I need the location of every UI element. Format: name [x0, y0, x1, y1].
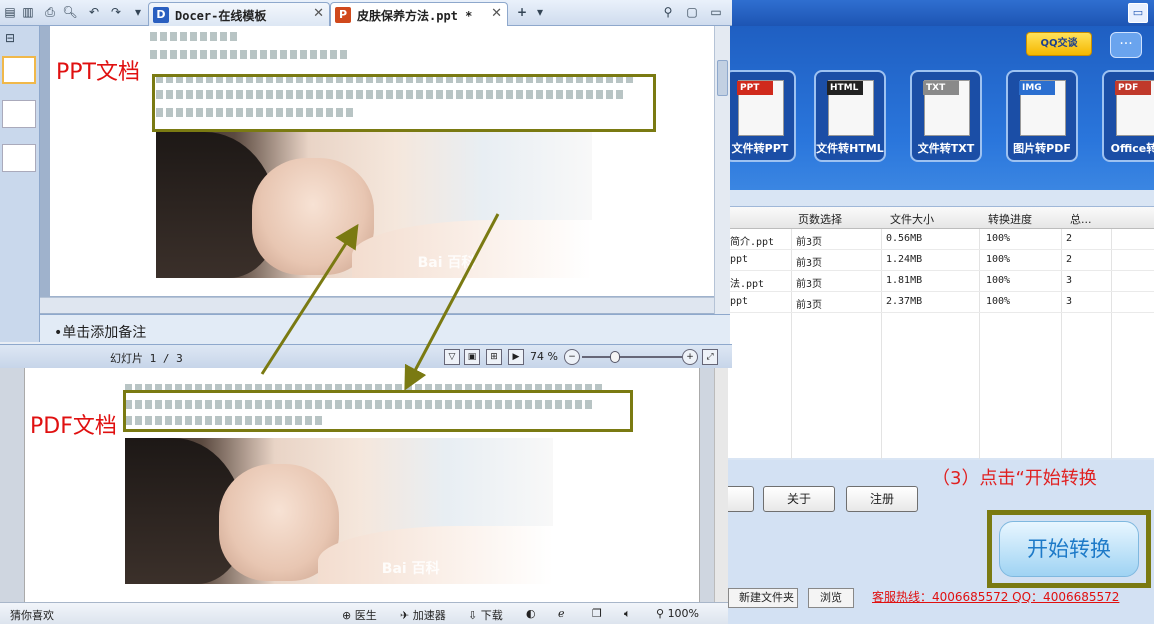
docer-icon: D: [153, 7, 169, 23]
converter-titlebar: ▭: [728, 0, 1154, 26]
tool-to-ppt-button[interactable]: PPT 文件转PPT: [728, 70, 796, 162]
print-preview-icon[interactable]: 🔍︎: [62, 4, 78, 20]
txt-file-icon: TXT: [923, 80, 970, 136]
maximize-icon[interactable]: ▭: [1128, 3, 1148, 23]
slide-thumbnail[interactable]: [2, 56, 36, 84]
notes-pane[interactable]: •单击添加备注: [40, 314, 730, 344]
slide-canvas[interactable]: Bai 百科: [50, 26, 714, 296]
hotline-link[interactable]: 客服热线：4006685572 QQ：4006685572: [872, 588, 1119, 605]
ppt-text-highlight: [152, 74, 656, 132]
tool-office-to-pdf-button[interactable]: PDF Office转P: [1102, 70, 1154, 162]
sorter-view-icon[interactable]: ⊞: [486, 349, 502, 365]
doctor-button[interactable]: ⊕ 医生: [342, 607, 377, 623]
step-hint: （3）点击“开始转换: [932, 468, 1097, 489]
start-highlight-box: 开始转换: [987, 510, 1151, 588]
document-tab-bar: ▤ ▥ ⎙ 🔍︎ ↶ ↷ ▾ D Docer-在线模板 ✕ P 皮肤保养方法.p…: [0, 0, 732, 26]
html-file-icon: HTML: [827, 80, 874, 136]
tool-to-html-button[interactable]: HTML 文件转HTML: [814, 70, 886, 162]
fit-window-icon[interactable]: ⤢: [702, 349, 718, 365]
table-row[interactable]: 简介.ppt 前3页 0.56MB 100% 2: [728, 229, 1154, 250]
panel-toggle-icon[interactable]: ⊟: [2, 30, 18, 46]
zoom-control[interactable]: ⚲ 100%: [656, 607, 699, 620]
slideshow-icon[interactable]: ▶: [508, 349, 524, 365]
slide-thumbnail-pane: ⊟: [0, 26, 40, 342]
img-file-icon: IMG: [1019, 80, 1066, 136]
converter-controls: 关于 注册 （3）点击“开始转换 开始转换 新建文件夹 浏览 客服热线：4006…: [728, 460, 1154, 624]
tab-ppt-document[interactable]: P 皮肤保养方法.ppt * ✕: [330, 2, 508, 26]
tab-docer[interactable]: D Docer-在线模板 ✕: [148, 2, 330, 26]
converter-window: ▭ QQ交谈 ··· PPT 文件转PPT HTML 文件转HTML TXT 文…: [728, 0, 1154, 624]
normal-view-icon[interactable]: ▣: [464, 349, 480, 365]
slide-counter: 幻灯片 1 / 3: [110, 352, 183, 365]
pin-icon[interactable]: ⚲: [660, 4, 676, 20]
close-icon[interactable]: ✕: [491, 6, 502, 21]
redo-icon[interactable]: ↷: [108, 4, 124, 20]
layout-icon[interactable]: ▭: [708, 4, 724, 20]
vertical-scrollbar[interactable]: [714, 26, 730, 316]
pdf-photo: Bai 百科: [125, 438, 553, 584]
chevron-down-icon[interactable]: ▾: [130, 4, 146, 20]
table-row[interactable]: 法.ppt 前3页 1.81MB 100% 3: [728, 271, 1154, 292]
pdf-page[interactable]: Bai 百科: [24, 368, 700, 602]
outline-view-icon[interactable]: ▽: [444, 349, 460, 365]
pdf-viewer: Bai 百科: [0, 368, 728, 602]
file-list-table: 页数选择 文件大小 转换进度 总... 简介.ppt 前3页 0.56MB 10…: [728, 206, 1154, 459]
about-button[interactable]: 关于: [763, 486, 835, 512]
pdf-export-icon[interactable]: ▥: [20, 4, 36, 20]
tool-to-txt-button[interactable]: TXT 文件转TXT: [910, 70, 982, 162]
ppt-file-icon: PPT: [737, 80, 784, 136]
tool-img-to-pdf-button[interactable]: IMG 图片转PDF: [1006, 70, 1078, 162]
slide-editor: Bai 百科: [40, 26, 730, 316]
table-row[interactable]: ppt 前3页 1.24MB 100% 2: [728, 250, 1154, 271]
new-tab-icon[interactable]: +: [514, 4, 530, 20]
slide-thumbnail[interactable]: [2, 100, 36, 128]
table-row[interactable]: ppt 前3页 2.37MB 100% 3: [728, 292, 1154, 313]
horizontal-scrollbar[interactable]: [40, 297, 714, 313]
pdf-file-icon: PDF: [1115, 80, 1154, 136]
browser-status-bar: 猜你喜欢 ⊕ 医生 ✈ 加速器 ⇩ 下载 ◐ ℯ ❐ 🔈︎ ⚲ 100%: [0, 602, 728, 624]
zoom-out-icon[interactable]: −: [564, 349, 580, 365]
ie-icon[interactable]: ℯ: [558, 607, 565, 620]
new-folder-button[interactable]: 新建文件夹: [728, 588, 798, 608]
slide-photo: Bai 百科: [156, 132, 592, 278]
open-icon[interactable]: ▤: [2, 4, 18, 20]
partial-button[interactable]: [728, 486, 754, 512]
volume-icon[interactable]: 🔈︎: [624, 607, 631, 621]
slide-thumbnail[interactable]: [2, 144, 36, 172]
ppt-icon: P: [335, 7, 351, 23]
chevron-down-icon[interactable]: ▾: [532, 4, 548, 20]
mask-icon[interactable]: ◐: [526, 607, 536, 620]
pdf-text-highlight: [123, 390, 633, 432]
converter-banner: QQ交谈 ··· PPT 文件转PPT HTML 文件转HTML TXT 文件转…: [728, 26, 1154, 190]
undo-icon[interactable]: ↶: [86, 4, 102, 20]
zoom-slider[interactable]: [582, 351, 682, 363]
browse-button[interactable]: 浏览: [808, 588, 854, 608]
pdf-scrollbar[interactable]: [714, 368, 728, 602]
zoom-level: 74 %: [530, 350, 558, 363]
start-convert-button[interactable]: 开始转换: [999, 521, 1139, 577]
qq-talk-button[interactable]: QQ交谈: [1026, 32, 1092, 56]
register-button[interactable]: 注册: [846, 486, 918, 512]
print-icon[interactable]: ⎙: [42, 4, 58, 20]
guess-you-like-link[interactable]: 猜你喜欢: [10, 607, 54, 623]
window-icon[interactable]: ▢: [684, 4, 700, 20]
chat-bubble-icon[interactable]: ···: [1110, 32, 1142, 58]
accelerator-button[interactable]: ✈ 加速器: [400, 607, 446, 623]
download-button[interactable]: ⇩ 下载: [468, 607, 503, 623]
ppt-label: PPT文档: [56, 60, 140, 85]
zoom-in-icon[interactable]: +: [682, 349, 698, 365]
presentation-status-bar: 幻灯片 1 / 3 ▽ ▣ ⊞ ▶ 74 % − + ⤢: [0, 344, 732, 368]
close-icon[interactable]: ✕: [313, 6, 324, 21]
table-header: 页数选择 文件大小 转换进度 总...: [728, 207, 1154, 229]
window-icon[interactable]: ❐: [592, 607, 602, 620]
pdf-label: PDF文档: [30, 414, 117, 439]
